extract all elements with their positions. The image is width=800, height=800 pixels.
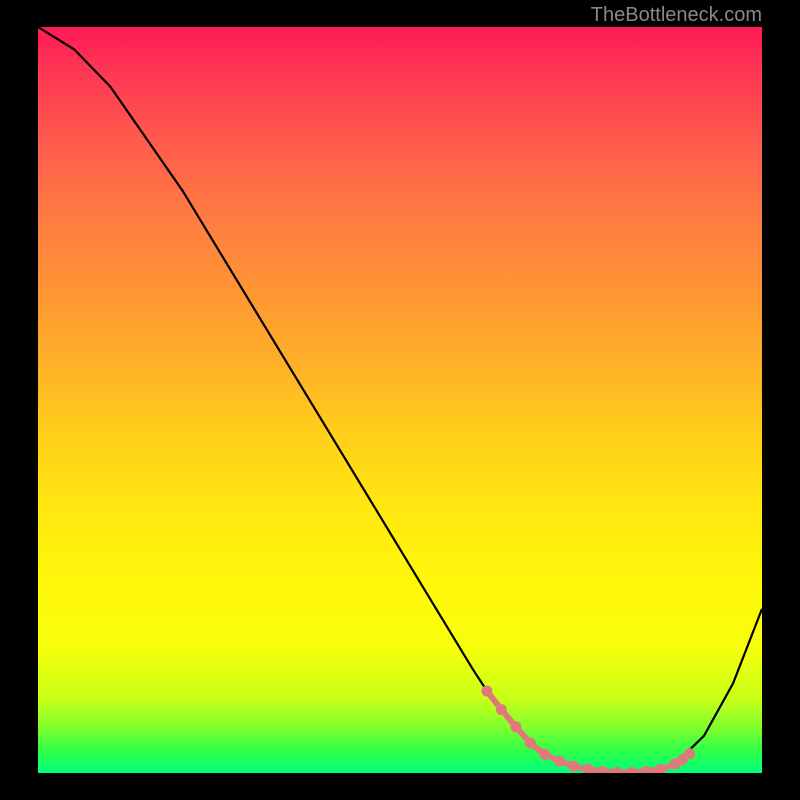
watermark-text: TheBottleneck.com (591, 4, 762, 27)
chart-container: TheBottleneck.com (0, 0, 800, 800)
gradient-background (38, 27, 762, 773)
